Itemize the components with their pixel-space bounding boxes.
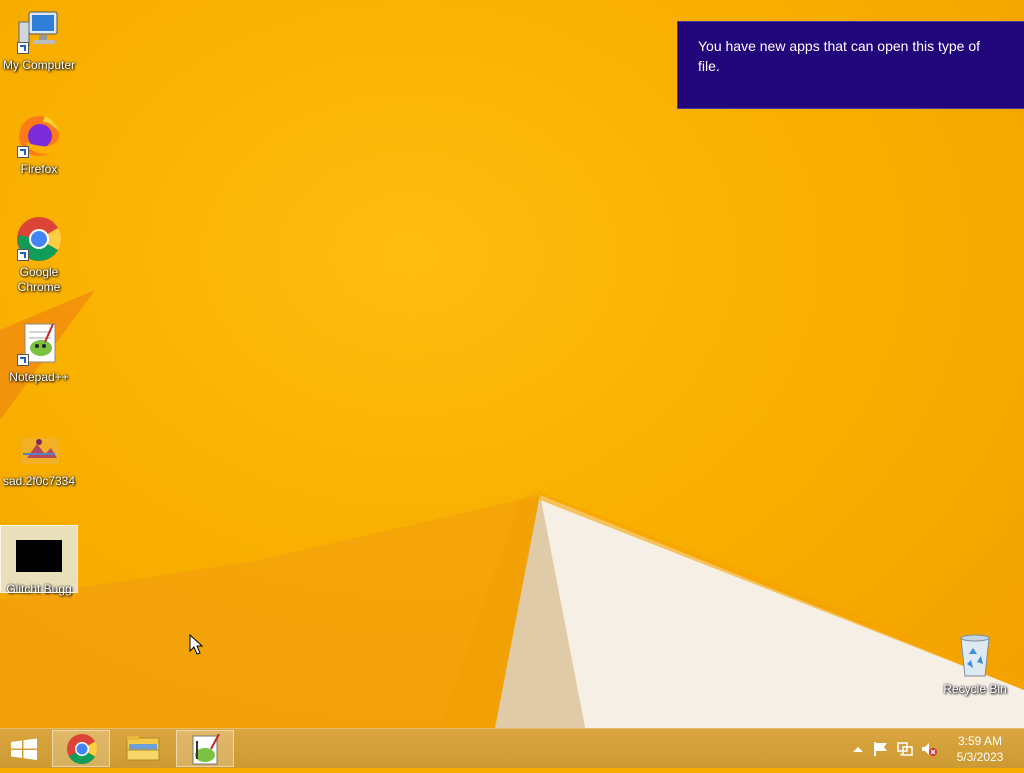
windows-logo-icon (11, 738, 37, 760)
black-file-icon (15, 532, 63, 580)
desktop-icon-recycle-bin[interactable]: Recycle Bin (936, 632, 1014, 697)
volume-muted-icon[interactable] (921, 741, 937, 757)
shortcut-arrow-icon (17, 249, 29, 261)
clock-date: 5/3/2023 (956, 750, 1004, 764)
desktop-icon-label: Firefox (20, 162, 58, 176)
desktop-icon-notepadpp[interactable]: Notepad++ (0, 320, 78, 385)
desktop-icon-label: Recycle Bin (943, 682, 1007, 696)
notification-toast[interactable]: You have new apps that can open this typ… (677, 21, 1024, 109)
taskbar-chrome-button[interactable] (52, 730, 110, 767)
computer-icon (15, 8, 63, 56)
show-hidden-icons-icon[interactable] (850, 741, 866, 757)
desktop-icon-my-computer[interactable]: My Computer (0, 8, 78, 73)
wallpaper (0, 290, 1024, 728)
taskbar-file-explorer-button[interactable] (114, 730, 172, 767)
recycle-bin-icon (951, 632, 999, 680)
desktop-icon-label: Notepad++ (9, 370, 69, 384)
desktop-icon-google-chrome[interactable]: Google Chrome (0, 215, 78, 295)
chrome-icon (67, 734, 98, 765)
taskbar: 3:59 AM 5/3/2023 (0, 728, 1024, 768)
desktop-icon-sad-image[interactable]: sad.2f0c7334 (0, 424, 78, 489)
desktop-icon-label: My Computer (2, 58, 76, 72)
desktop-icon-firefox[interactable]: Firefox (0, 112, 78, 177)
image-file-icon (15, 424, 63, 472)
notepadpp-icon (15, 320, 63, 368)
desktop-icon-label: Google Chrome (17, 265, 61, 294)
desktop-icon-label: Glitcht Bugg (6, 582, 72, 596)
network-icon[interactable] (897, 741, 913, 757)
firefox-icon (15, 112, 63, 160)
taskbar-notepadpp-button[interactable] (176, 730, 234, 767)
action-center-flag-icon[interactable] (873, 741, 889, 757)
start-button[interactable] (0, 730, 48, 767)
clock-time: 3:59 AM (957, 734, 1003, 748)
shortcut-arrow-icon (17, 146, 29, 158)
shortcut-arrow-icon (17, 354, 29, 366)
desktop-icon-glitcht-bugg[interactable]: Glitcht Bugg (0, 525, 78, 596)
shortcut-arrow-icon (17, 42, 29, 54)
notification-text: You have new apps that can open this typ… (698, 38, 981, 74)
desktop[interactable]: My Computer Firefox Google Chrome Notepa… (0, 0, 1024, 728)
folder-icon (126, 736, 160, 761)
notepadpp-icon (192, 733, 220, 765)
chrome-icon (15, 215, 63, 263)
mouse-cursor-icon (189, 634, 203, 655)
taskbar-clock[interactable]: 3:59 AM 5/3/2023 (944, 733, 1016, 765)
desktop-icon-label: sad.2f0c7334 (2, 474, 76, 488)
